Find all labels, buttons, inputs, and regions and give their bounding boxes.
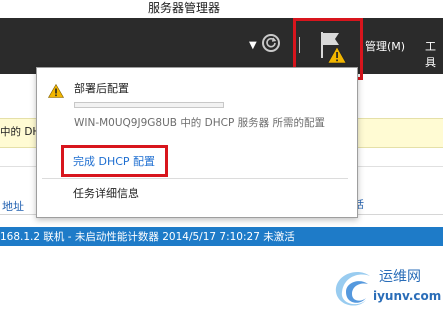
task-details-link[interactable]: 任务详细信息: [73, 185, 139, 201]
server-status-text: 168.1.2 联机 - 未启动性能计数器 2014/5/17 7:10:27 …: [0, 231, 295, 243]
warning-icon: [47, 83, 65, 102]
address-column-header[interactable]: 地址: [2, 198, 24, 214]
watermark-logo-icon: [330, 262, 378, 314]
title-bar: 服务器管理器: [0, 0, 443, 18]
notification-title: 部署后配置: [74, 82, 129, 95]
watermark-name: 运维网: [379, 269, 421, 285]
server-manager-window: 服务器管理器 ▼ 管理(M) 工具 中的 DHC 地址 活 168.1.2 联机…: [0, 0, 443, 315]
menu-tools[interactable]: 工具: [425, 38, 443, 70]
window-title: 服务器管理器: [148, 1, 221, 15]
action-highlight-box: [61, 145, 168, 177]
notification-description: WIN-M0UQ9J9G8UB 中的 DHCP 服务器 所需的配置: [74, 117, 325, 129]
watermark-url: iyunv.com: [373, 289, 442, 303]
progress-bar: [74, 102, 224, 108]
chevron-down-icon[interactable]: ▼: [249, 40, 257, 51]
refresh-icon[interactable]: [262, 34, 280, 52]
menu-manage[interactable]: 管理(M): [365, 38, 405, 54]
popup-divider: [42, 178, 348, 179]
